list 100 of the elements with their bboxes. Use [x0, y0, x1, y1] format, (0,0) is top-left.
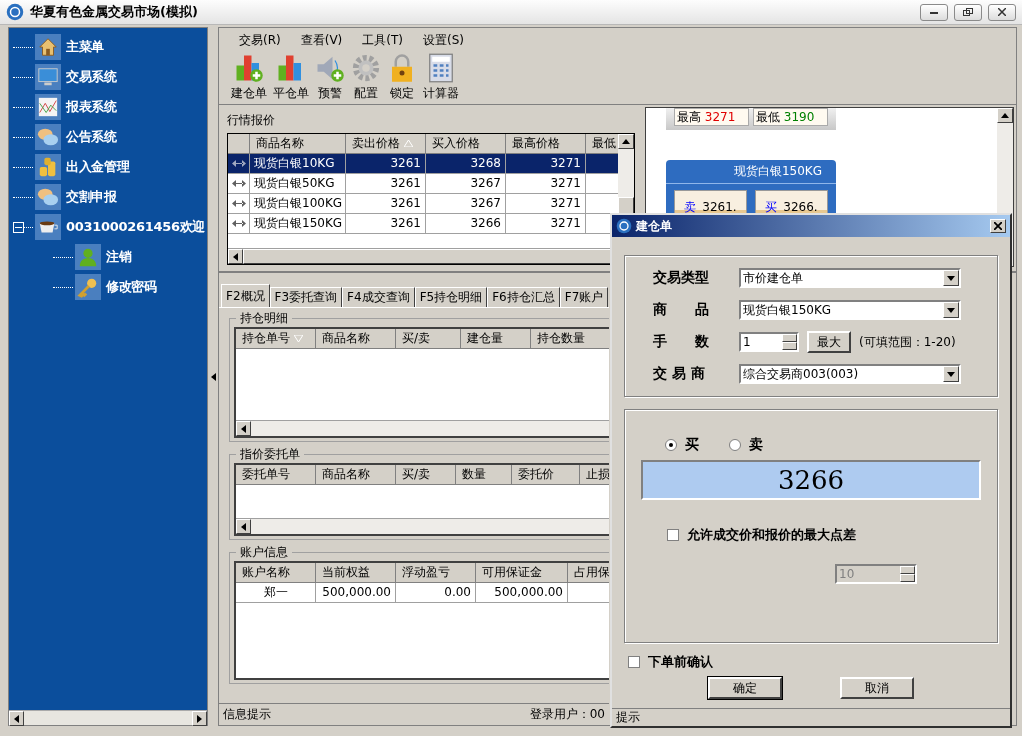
- table-cell[interactable]: 3261: [346, 174, 426, 194]
- table-cell[interactable]: 现货白银100KG: [250, 194, 346, 214]
- tab[interactable]: F3委托查询: [269, 287, 343, 307]
- column-header[interactable]: 持仓单号: [236, 329, 316, 349]
- toolbar-button[interactable]: 配置: [349, 53, 383, 102]
- scrollbar-thumb[interactable]: [243, 249, 613, 264]
- caret-icon: [947, 371, 955, 377]
- table-cell[interactable]: 3267: [426, 194, 506, 214]
- column-header[interactable]: 数量: [456, 465, 512, 485]
- group-title: 持仓明细: [239, 310, 289, 327]
- column-header[interactable]: 买入价格: [426, 134, 506, 154]
- collapse-toggle[interactable]: [13, 221, 24, 233]
- radio-button[interactable]: 卖: [729, 430, 763, 460]
- tree-item[interactable]: 报表系统: [13, 92, 207, 122]
- column-header[interactable]: 卖出价格: [346, 134, 426, 154]
- table-cell[interactable]: 3261: [346, 194, 426, 214]
- menu-item[interactable]: 设置(S): [413, 32, 474, 49]
- tree-item[interactable]: 公告系统: [13, 122, 207, 152]
- row-marker-cell[interactable]: [228, 194, 250, 214]
- column-header[interactable]: 委托价: [512, 465, 580, 485]
- column-header[interactable]: 最低: [586, 134, 618, 154]
- table-cell[interactable]: 3271: [506, 154, 586, 174]
- column-header[interactable]: 最高价格: [506, 134, 586, 154]
- column-header[interactable]: 买/卖: [396, 329, 461, 349]
- radio-button[interactable]: 买: [665, 430, 699, 460]
- group-title: 指价委托单: [239, 446, 301, 463]
- menu-item[interactable]: 工具(T): [352, 32, 413, 49]
- table-cell[interactable]: 3271: [506, 214, 586, 234]
- close-button[interactable]: [988, 3, 1016, 21]
- column-header[interactable]: 商品名称: [316, 465, 396, 485]
- tree-item[interactable]: 0031000261456欢迎: [13, 212, 207, 242]
- tab[interactable]: F7账户: [559, 287, 609, 307]
- row-marker-cell[interactable]: [228, 154, 250, 174]
- house-icon: [37, 36, 59, 58]
- tab[interactable]: F2概况: [221, 284, 270, 307]
- table-cell[interactable]: 3271: [506, 194, 586, 214]
- toolbar-button[interactable]: 预警: [313, 53, 347, 102]
- checkbox[interactable]: 允许成交价和报价的最大点差: [667, 526, 997, 544]
- bar-chart-plus-icon: [234, 53, 264, 83]
- max-button[interactable]: 最大: [807, 331, 851, 353]
- scroll-left-button[interactable]: [236, 421, 251, 436]
- scroll-right-button[interactable]: [192, 711, 207, 726]
- table-cell[interactable]: 3261: [346, 214, 426, 234]
- toolbar-button[interactable]: 计算器: [421, 53, 461, 102]
- toolbar-button[interactable]: 平仓单: [271, 53, 311, 102]
- column-header[interactable]: 委托单号: [236, 465, 316, 485]
- toolbar-button[interactable]: 建仓单: [229, 53, 269, 102]
- menu-item[interactable]: 交易(R): [229, 32, 291, 49]
- dropdown[interactable]: 市价建仓单: [739, 268, 961, 288]
- column-header[interactable]: 商品名称: [250, 134, 346, 154]
- tree-item[interactable]: 注销: [13, 242, 207, 272]
- tree-item[interactable]: 出入金管理: [13, 152, 207, 182]
- table-cell[interactable]: 3268: [426, 154, 506, 174]
- window-title: 华夏有色金属交易市场(模拟): [30, 3, 199, 21]
- tree-item[interactable]: 交割申报: [13, 182, 207, 212]
- tab[interactable]: F6持仓汇总: [487, 287, 560, 307]
- tree-item[interactable]: 主菜单: [13, 32, 207, 62]
- column-header[interactable]: 当前权益: [316, 563, 396, 583]
- column-header[interactable]: 商品名称: [316, 329, 396, 349]
- column-header[interactable]: 账户名称: [236, 563, 316, 583]
- row-marker-cell[interactable]: [228, 214, 250, 234]
- column-header[interactable]: 浮动盈亏: [396, 563, 476, 583]
- status-message: 提示: [616, 709, 640, 726]
- minimize-button[interactable]: [920, 3, 948, 21]
- tree-item[interactable]: 修改密码: [13, 272, 207, 302]
- column-header[interactable]: 建仓量: [461, 329, 531, 349]
- table-cell[interactable]: 现货白银150KG: [250, 214, 346, 234]
- column-header[interactable]: 占用保: [568, 563, 609, 583]
- table-cell[interactable]: 3271: [506, 174, 586, 194]
- tab[interactable]: F4成交查询: [342, 287, 415, 307]
- column-header[interactable]: 买/卖: [396, 465, 456, 485]
- table-cell[interactable]: 现货白银10KG: [250, 154, 346, 174]
- table-cell: 500,000.00: [476, 583, 568, 603]
- table-cell[interactable]: 3267: [426, 174, 506, 194]
- scroll-left-button[interactable]: [9, 711, 24, 726]
- scroll-left-button[interactable]: [236, 519, 251, 534]
- tree-item[interactable]: 交易系统: [13, 62, 207, 92]
- spin-field[interactable]: 1: [739, 332, 799, 352]
- scroll-left-button[interactable]: [228, 249, 243, 264]
- scroll-up-button[interactable]: [997, 108, 1013, 123]
- ok-button[interactable]: 确定: [708, 677, 782, 699]
- panel-title: 行情报价: [227, 112, 276, 129]
- column-header[interactable]: 止损: [580, 465, 609, 485]
- tab[interactable]: F5持仓明细: [414, 287, 488, 307]
- column-header[interactable]: 持仓数量: [531, 329, 609, 349]
- scroll-up-button[interactable]: [618, 134, 634, 149]
- column-header[interactable]: 可用保证金: [476, 563, 568, 583]
- dropdown[interactable]: 现货白银150KG: [739, 300, 961, 320]
- cancel-button[interactable]: 取消: [840, 677, 914, 699]
- maximize-button[interactable]: [954, 3, 982, 21]
- table-cell[interactable]: 3261: [346, 154, 426, 174]
- line-chart-icon: [37, 96, 59, 118]
- checkbox[interactable]: 下单前确认: [628, 653, 1010, 671]
- table-cell[interactable]: 3266: [426, 214, 506, 234]
- toolbar-button[interactable]: 锁定: [385, 53, 419, 102]
- calculator-icon: [426, 53, 456, 83]
- menu-item[interactable]: 查看(V): [290, 32, 353, 49]
- row-marker-cell[interactable]: [228, 174, 250, 194]
- dropdown[interactable]: 综合交易商003(003): [739, 364, 961, 384]
- table-cell[interactable]: 现货白银50KG: [250, 174, 346, 194]
